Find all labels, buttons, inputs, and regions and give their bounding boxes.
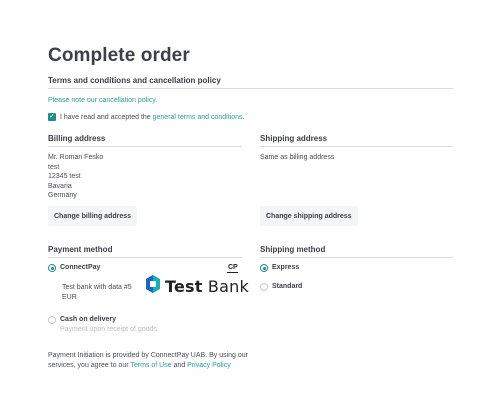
test-bank-wordmark: Test Bank [165,277,249,296]
billing-line-company: test [48,163,60,171]
payment-footer-line1: Payment Initiation is provided by Connec… [48,352,248,359]
standard-radio[interactable] [260,283,268,291]
billing-address-heading: Billing address [48,134,106,143]
accept-terms-checkbox[interactable]: ✓ [48,113,56,121]
general-terms-link[interactable]: general terms and conditions. [153,114,245,121]
terms-heading: Terms and conditions and cancellation po… [48,76,221,85]
billing-line-region: Bavaria [48,182,72,190]
billing-address-block: Mr. Roman Fesko test 12345 test Bavaria … [48,153,103,201]
express-label[interactable]: Express [272,264,299,271]
cash-on-delivery-detail: Payment upon receipt of goods. [60,326,159,333]
privacy-policy-link[interactable]: Privacy Policy [187,362,231,369]
connectpay-badge-underline [227,272,238,273]
page-title: Complete order [48,45,190,66]
check-icon: ✓ [49,113,55,120]
standard-label[interactable]: Standard [272,283,302,290]
billing-divider [48,146,242,147]
billing-line-name: Mr. Roman Fesko [48,154,104,161]
connectpay-currency: EUR [62,293,77,301]
change-shipping-address-button[interactable]: Change shipping address [260,206,358,226]
payment-footer-line2: services, you agree to our Terms of Use … [48,361,248,371]
cash-on-delivery-radio[interactable] [48,316,56,324]
change-billing-address-button[interactable]: Change billing address [48,206,138,226]
connectpay-badge: CP [228,264,238,271]
shipping-address-heading: Shipping address [260,134,328,143]
connectpay-label[interactable]: ConnectPay [60,264,100,271]
billing-line-postcode: 12345 test [48,173,81,181]
shipping-address-divider [260,146,453,147]
shipping-address-text: Same as billing address [260,154,335,161]
payment-method-heading: Payment method [48,245,113,254]
accept-terms-prefix: I have read and accepted the [60,114,153,121]
accept-terms-label: I have read and accepted the general ter… [60,113,244,123]
connectpay-radio[interactable] [48,264,56,272]
cash-on-delivery-label[interactable]: Cash on delivery [60,316,116,323]
bank-word-light: Bank [207,277,249,296]
terms-of-use-link[interactable]: Terms of Use [130,362,171,369]
express-radio[interactable] [260,264,268,272]
payment-divider [48,257,242,258]
payment-footer-line2-prefix: services, you agree to our [48,361,131,369]
payment-footer: Payment Initiation is provided by Connec… [48,351,248,370]
shipping-method-divider [260,257,453,258]
shipping-method-heading: Shipping method [260,245,326,254]
cancellation-policy-link[interactable]: Please note our cancellation policy. [48,96,157,106]
bank-word-bold: Test [165,277,203,296]
billing-line-country: Germany [48,192,77,200]
payment-footer-and: and [171,361,188,369]
connectpay-bank-name: Test bank with data #5 [62,284,132,291]
connectpay-bank-detail: Test bank with data #5 EUR [62,283,132,302]
connectpay-bank-icon [146,275,160,298]
test-bank-logo: Test Bank [146,275,249,298]
terms-divider [48,88,453,89]
